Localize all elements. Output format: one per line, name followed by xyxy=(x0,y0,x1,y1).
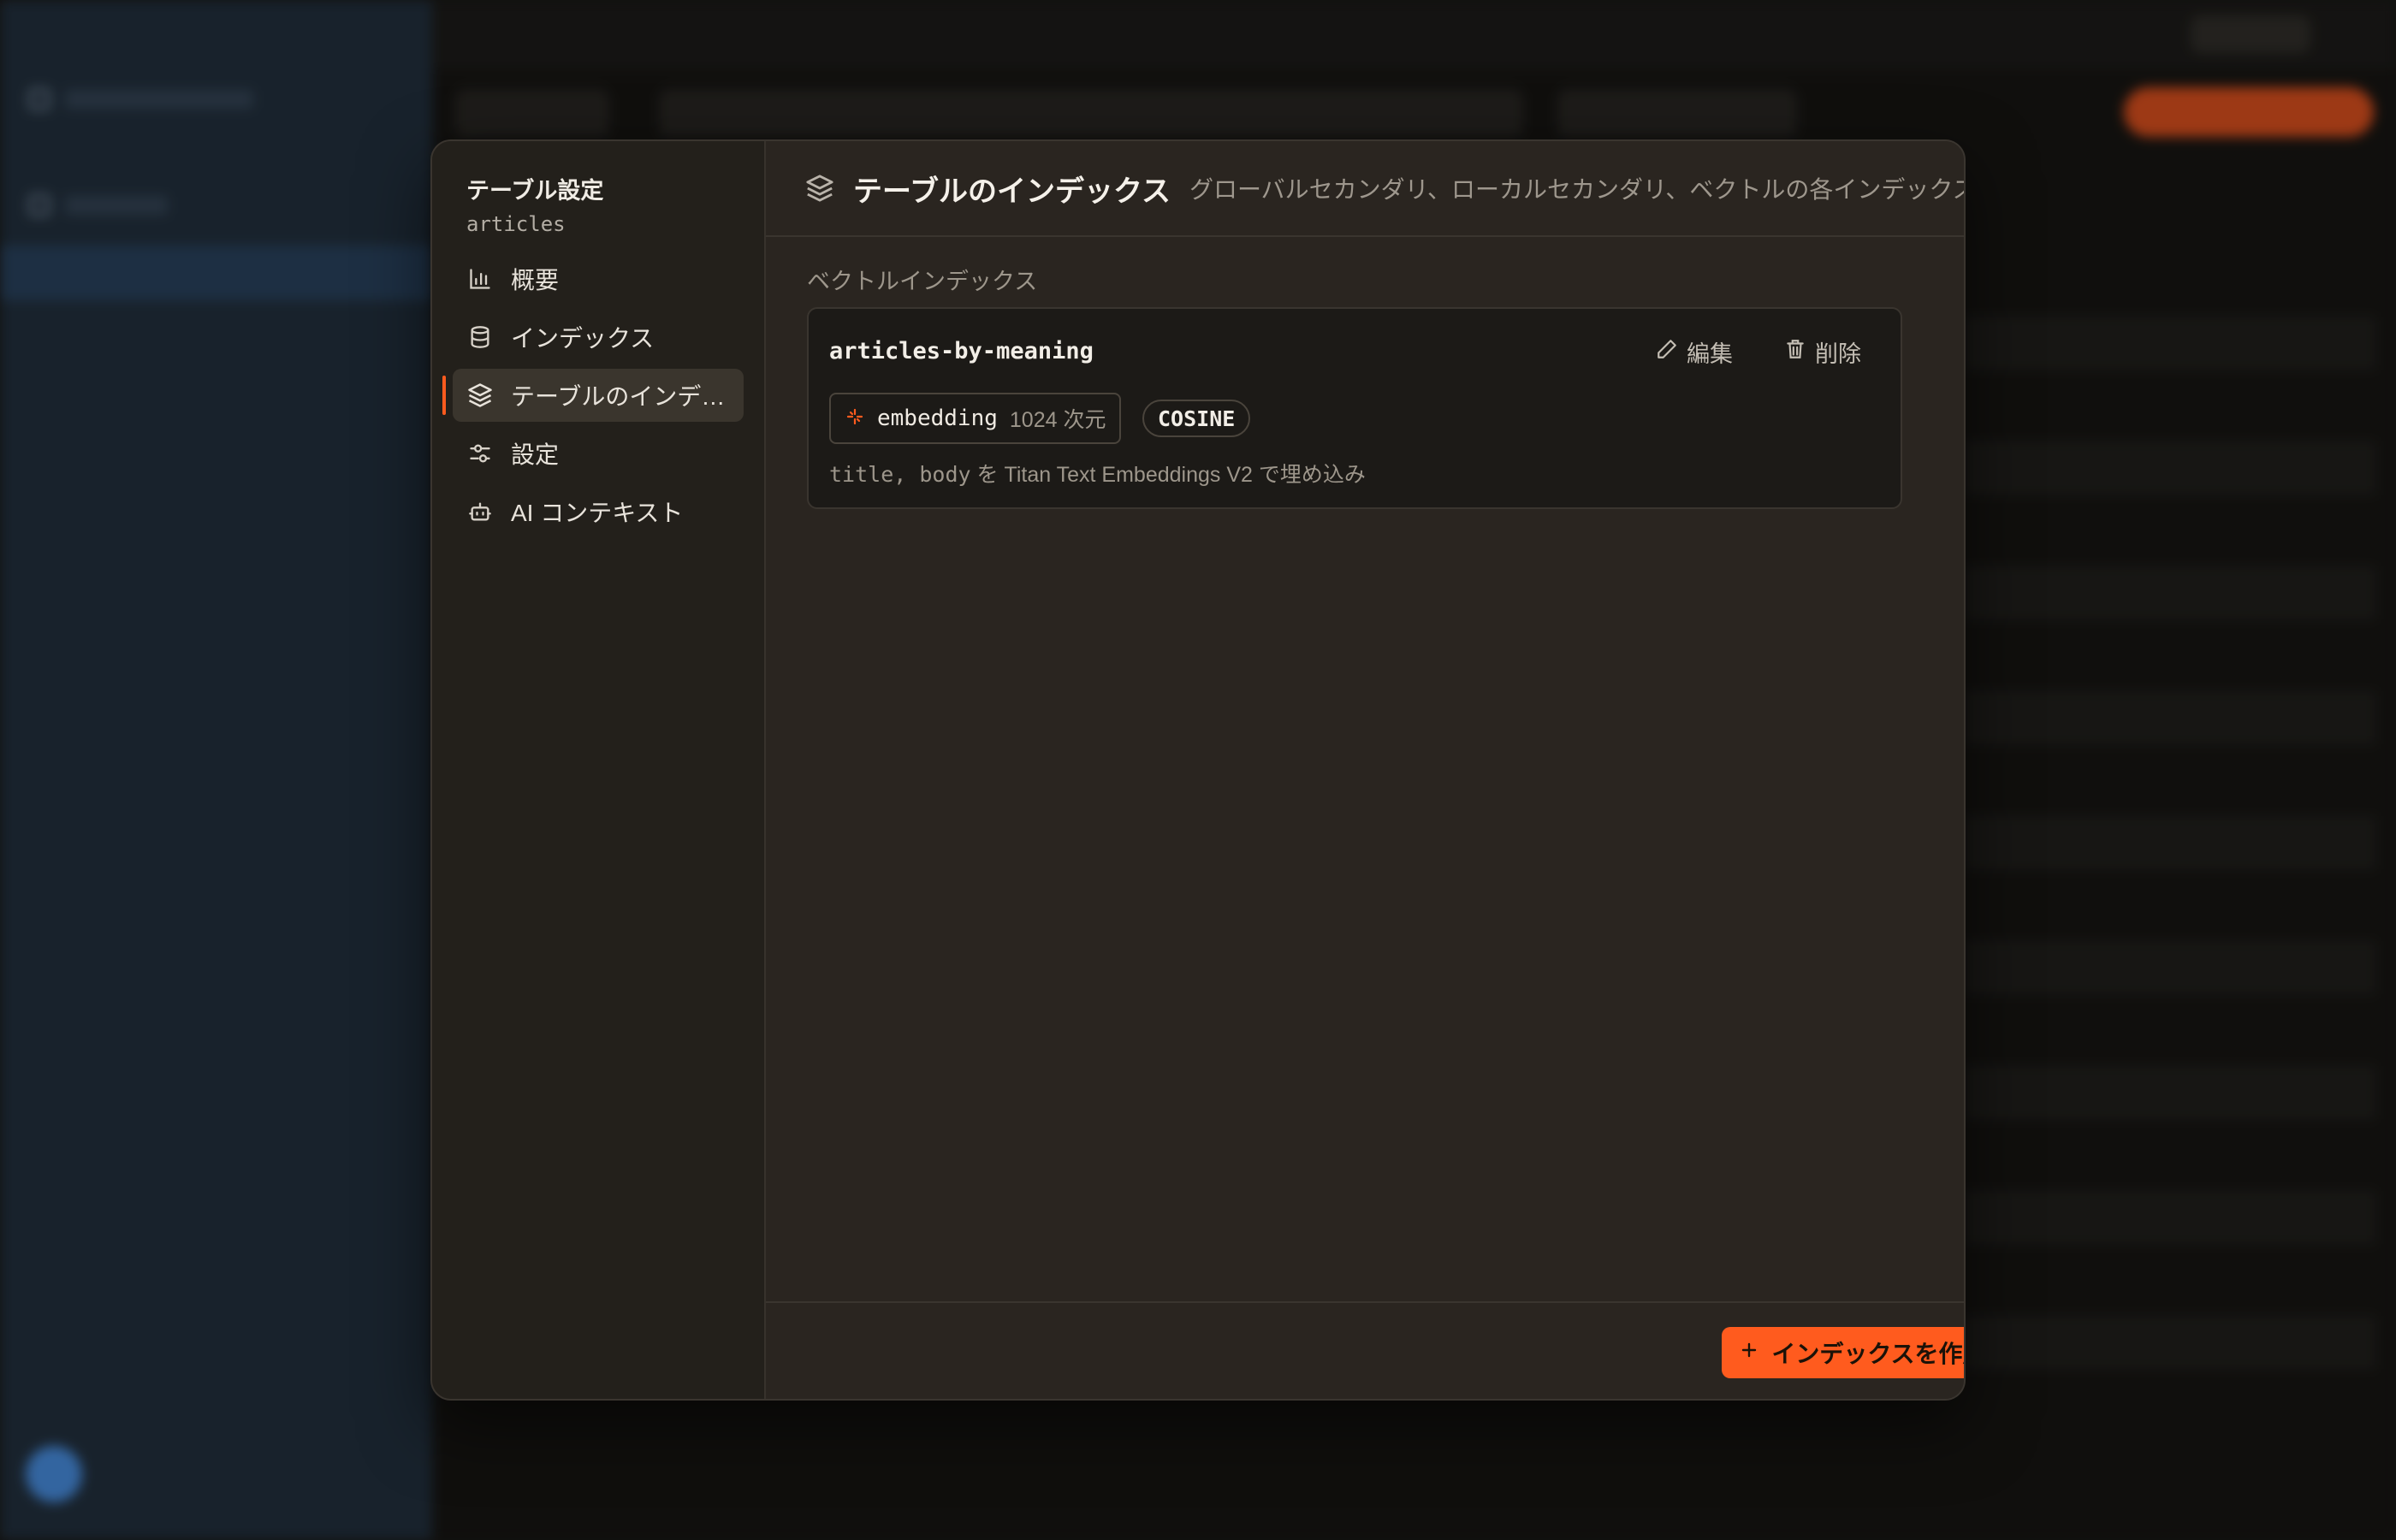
nav-item-label: 設定 xyxy=(511,441,560,468)
vector-index-card: articles-by-meaning 編集 削除 embedding 1024… xyxy=(807,307,1902,509)
index-description-text: を Titan Text Embeddings V2 で埋め込み xyxy=(976,463,1366,487)
trash-icon xyxy=(1784,338,1806,366)
nav-item-indexes[interactable]: インデックス xyxy=(453,311,744,364)
distance-metric-badge: COSINE xyxy=(1142,400,1251,437)
nav-item-label: 概要 xyxy=(511,267,560,293)
edit-label: 編集 xyxy=(1687,341,1733,367)
section-label-vector-indexes: ベクトルインデックス xyxy=(807,269,1038,294)
bot-icon xyxy=(466,498,494,525)
index-description-fields: title, body xyxy=(829,462,971,487)
delete-label: 削除 xyxy=(1815,341,1861,367)
nav-item-overview[interactable]: 概要 xyxy=(453,252,744,305)
modal-content: テーブルのインデックス グローバルセカンダリ、ローカルセカンダリ、ベクトルの各イ… xyxy=(766,141,1966,1399)
create-index-button[interactable]: インデックスを作成 xyxy=(1722,1327,1966,1378)
embedding-dimensions: 1024 次元 xyxy=(1009,408,1106,432)
nav-item-label: インデックス xyxy=(511,325,655,352)
nav-item-label: テーブルのインデックス xyxy=(511,383,744,410)
nav-item-table-indexes[interactable]: テーブルのインデックス xyxy=(442,369,744,422)
modal-header: テーブルのインデックス グローバルセカンダリ、ローカルセカンダリ、ベクトルの各イ… xyxy=(766,141,1966,237)
layers-icon xyxy=(805,174,834,203)
nav-list: 概要 インデックス テーブルのインデックス 設定 xyxy=(442,252,744,538)
layers-icon xyxy=(466,382,494,409)
delete-button[interactable]: 削除 xyxy=(1784,335,1861,369)
nav-item-settings[interactable]: 設定 xyxy=(453,427,744,480)
pencil-icon xyxy=(1656,338,1678,366)
modal-footer: インデックスを作成 xyxy=(766,1301,1966,1399)
create-index-label: インデックスを作成 xyxy=(1771,1341,1966,1367)
index-name: articles-by-meaning xyxy=(829,338,1094,364)
index-description: title, body を Titan Text Embeddings V2 で… xyxy=(829,458,1366,489)
database-icon xyxy=(466,323,494,351)
page-title: テーブルのインデックス xyxy=(853,175,1171,208)
nav-item-label: AI コンテキスト xyxy=(511,500,684,526)
bar-chart-icon xyxy=(466,265,494,293)
embedding-field-chip: embedding 1024 次元 xyxy=(829,393,1122,444)
nav-table-name: articles xyxy=(466,212,566,236)
embedding-field-name: embedding xyxy=(877,406,998,431)
edit-button[interactable]: 編集 xyxy=(1656,335,1733,369)
plus-icon xyxy=(1739,1339,1759,1366)
nav-item-ai-context[interactable]: AI コンテキスト xyxy=(453,485,744,538)
page-description: グローバルセカンダリ、ローカルセカンダリ、ベクトルの各インデックス xyxy=(1189,176,1966,203)
table-settings-modal: テーブル設定 articles 概要 インデックス テーブルのインデックス xyxy=(430,139,1966,1401)
sliders-icon xyxy=(466,440,494,467)
vector-icon xyxy=(845,406,865,431)
nav-title: テーブル設定 xyxy=(466,178,604,204)
settings-nav: テーブル設定 articles 概要 インデックス テーブルのインデックス xyxy=(432,141,766,1399)
